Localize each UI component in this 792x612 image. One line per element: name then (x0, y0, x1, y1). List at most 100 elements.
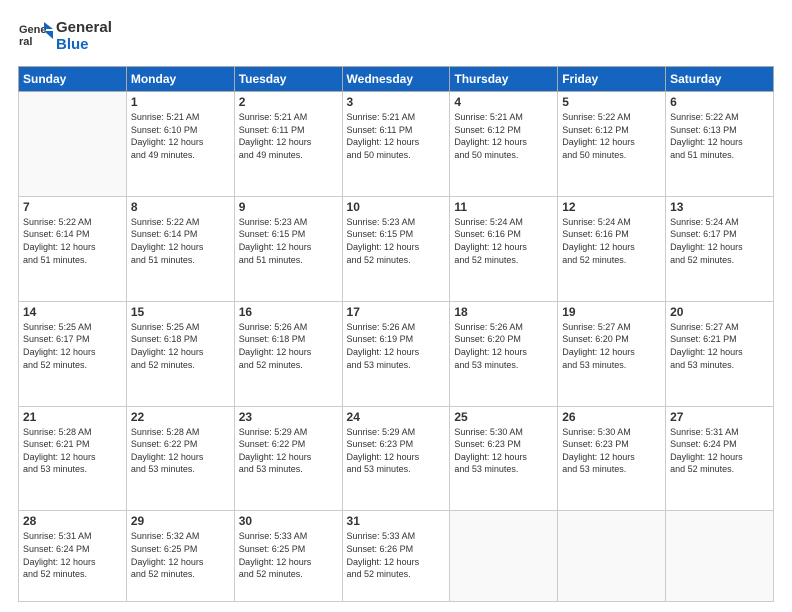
calendar-cell: 3 Sunrise: 5:21 AM Sunset: 6:11 PM Daylig… (342, 92, 450, 197)
day-number: 22 (131, 410, 230, 424)
calendar-week-4: 21 Sunrise: 5:28 AM Sunset: 6:21 PM Dayli… (19, 406, 774, 511)
day-number: 26 (562, 410, 661, 424)
day-info: Sunrise: 5:22 AM Sunset: 6:14 PM Dayligh… (131, 216, 230, 266)
day-info: Sunrise: 5:30 AM Sunset: 6:23 PM Dayligh… (454, 426, 553, 476)
weekday-header-saturday: Saturday (666, 67, 774, 92)
day-info: Sunrise: 5:33 AM Sunset: 6:25 PM Dayligh… (239, 530, 338, 580)
day-number: 25 (454, 410, 553, 424)
day-info: Sunrise: 5:24 AM Sunset: 6:16 PM Dayligh… (562, 216, 661, 266)
calendar-cell: 31 Sunrise: 5:33 AM Sunset: 6:26 PM Dayli… (342, 511, 450, 602)
calendar-cell: 10Sunrise: 5:23 AM Sunset: 6:15 PM Dayli… (342, 196, 450, 301)
day-number: 24 (347, 410, 446, 424)
calendar-cell: 25 Sunrise: 5:30 AM Sunset: 6:23 PM Dayli… (450, 406, 558, 511)
calendar-week-3: 14Sunrise: 5:25 AM Sunset: 6:17 PM Dayli… (19, 301, 774, 406)
day-info: Sunrise: 5:21 AM Sunset: 6:11 PM Dayligh… (239, 111, 338, 161)
calendar-table: SundayMondayTuesdayWednesdayThursdayFrid… (18, 66, 774, 602)
weekday-header-monday: Monday (126, 67, 234, 92)
calendar-cell: 15 Sunrise: 5:25 AM Sunset: 6:18 PM Dayli… (126, 301, 234, 406)
calendar-cell: 2 Sunrise: 5:21 AM Sunset: 6:11 PM Daylig… (234, 92, 342, 197)
day-info: Sunrise: 5:23 AM Sunset: 6:15 PM Dayligh… (239, 216, 338, 266)
weekday-header-row: SundayMondayTuesdayWednesdayThursdayFrid… (19, 67, 774, 92)
logo-blue: Blue (56, 36, 112, 53)
page: Gene ral General Blue SundayMondayTuesda… (0, 0, 792, 612)
day-number: 21 (23, 410, 122, 424)
day-number: 1 (131, 95, 230, 109)
calendar-cell: 1 Sunrise: 5:21 AM Sunset: 6:10 PM Daylig… (126, 92, 234, 197)
day-info: Sunrise: 5:27 AM Sunset: 6:20 PM Dayligh… (562, 321, 661, 371)
day-number: 15 (131, 305, 230, 319)
calendar-cell: 8Sunrise: 5:22 AM Sunset: 6:14 PM Daylig… (126, 196, 234, 301)
day-number: 19 (562, 305, 661, 319)
calendar-cell: 20 Sunrise: 5:27 AM Sunset: 6:21 PM Dayli… (666, 301, 774, 406)
day-info: Sunrise: 5:31 AM Sunset: 6:24 PM Dayligh… (670, 426, 769, 476)
logo: Gene ral General Blue (18, 18, 112, 54)
day-info: Sunrise: 5:25 AM Sunset: 6:18 PM Dayligh… (131, 321, 230, 371)
calendar-cell: 27 Sunrise: 5:31 AM Sunset: 6:24 PM Dayli… (666, 406, 774, 511)
day-info: Sunrise: 5:23 AM Sunset: 6:15 PM Dayligh… (347, 216, 446, 266)
calendar-week-1: 1 Sunrise: 5:21 AM Sunset: 6:10 PM Daylig… (19, 92, 774, 197)
day-info: Sunrise: 5:24 AM Sunset: 6:17 PM Dayligh… (670, 216, 769, 266)
day-number: 4 (454, 95, 553, 109)
day-info: Sunrise: 5:26 AM Sunset: 6:18 PM Dayligh… (239, 321, 338, 371)
logo-svg: Gene ral (18, 18, 54, 54)
day-number: 2 (239, 95, 338, 109)
calendar-cell: 18Sunrise: 5:26 AM Sunset: 6:20 PM Dayli… (450, 301, 558, 406)
day-info: Sunrise: 5:24 AM Sunset: 6:16 PM Dayligh… (454, 216, 553, 266)
day-info: Sunrise: 5:26 AM Sunset: 6:19 PM Dayligh… (347, 321, 446, 371)
calendar-cell: 12 Sunrise: 5:24 AM Sunset: 6:16 PM Dayli… (558, 196, 666, 301)
calendar-cell: 29 Sunrise: 5:32 AM Sunset: 6:25 PM Dayli… (126, 511, 234, 602)
svg-text:Gene: Gene (19, 24, 47, 36)
day-number: 30 (239, 514, 338, 528)
day-number: 20 (670, 305, 769, 319)
day-info: Sunrise: 5:33 AM Sunset: 6:26 PM Dayligh… (347, 530, 446, 580)
weekday-header-thursday: Thursday (450, 67, 558, 92)
svg-text:ral: ral (19, 36, 32, 48)
day-info: Sunrise: 5:32 AM Sunset: 6:25 PM Dayligh… (131, 530, 230, 580)
day-info: Sunrise: 5:21 AM Sunset: 6:10 PM Dayligh… (131, 111, 230, 161)
calendar-cell: 28Sunrise: 5:31 AM Sunset: 6:24 PM Dayli… (19, 511, 127, 602)
calendar-cell (19, 92, 127, 197)
day-number: 9 (239, 200, 338, 214)
day-number: 12 (562, 200, 661, 214)
day-number: 13 (670, 200, 769, 214)
day-number: 6 (670, 95, 769, 109)
calendar-cell (666, 511, 774, 602)
calendar-cell: 24 Sunrise: 5:29 AM Sunset: 6:23 PM Dayli… (342, 406, 450, 511)
day-number: 27 (670, 410, 769, 424)
calendar-cell: 14Sunrise: 5:25 AM Sunset: 6:17 PM Dayli… (19, 301, 127, 406)
calendar-cell: 22 Sunrise: 5:28 AM Sunset: 6:22 PM Dayli… (126, 406, 234, 511)
day-number: 29 (131, 514, 230, 528)
day-number: 23 (239, 410, 338, 424)
day-info: Sunrise: 5:27 AM Sunset: 6:21 PM Dayligh… (670, 321, 769, 371)
calendar-week-5: 28Sunrise: 5:31 AM Sunset: 6:24 PM Dayli… (19, 511, 774, 602)
weekday-header-friday: Friday (558, 67, 666, 92)
day-info: Sunrise: 5:28 AM Sunset: 6:21 PM Dayligh… (23, 426, 122, 476)
calendar-cell: 16 Sunrise: 5:26 AM Sunset: 6:18 PM Dayli… (234, 301, 342, 406)
day-info: Sunrise: 5:31 AM Sunset: 6:24 PM Dayligh… (23, 530, 122, 580)
day-number: 7 (23, 200, 122, 214)
day-number: 3 (347, 95, 446, 109)
calendar-cell: 6 Sunrise: 5:22 AM Sunset: 6:13 PM Daylig… (666, 92, 774, 197)
weekday-header-tuesday: Tuesday (234, 67, 342, 92)
day-info: Sunrise: 5:22 AM Sunset: 6:14 PM Dayligh… (23, 216, 122, 266)
day-number: 16 (239, 305, 338, 319)
day-number: 31 (347, 514, 446, 528)
calendar-cell (450, 511, 558, 602)
day-info: Sunrise: 5:22 AM Sunset: 6:12 PM Dayligh… (562, 111, 661, 161)
day-info: Sunrise: 5:21 AM Sunset: 6:11 PM Dayligh… (347, 111, 446, 161)
calendar-cell: 26 Sunrise: 5:30 AM Sunset: 6:23 PM Dayli… (558, 406, 666, 511)
calendar-cell: 11 Sunrise: 5:24 AM Sunset: 6:16 PM Dayli… (450, 196, 558, 301)
day-info: Sunrise: 5:30 AM Sunset: 6:23 PM Dayligh… (562, 426, 661, 476)
day-info: Sunrise: 5:29 AM Sunset: 6:23 PM Dayligh… (347, 426, 446, 476)
day-number: 11 (454, 200, 553, 214)
calendar-cell: 17Sunrise: 5:26 AM Sunset: 6:19 PM Dayli… (342, 301, 450, 406)
calendar-cell (558, 511, 666, 602)
day-info: Sunrise: 5:28 AM Sunset: 6:22 PM Dayligh… (131, 426, 230, 476)
calendar-cell: 13 Sunrise: 5:24 AM Sunset: 6:17 PM Dayli… (666, 196, 774, 301)
day-info: Sunrise: 5:22 AM Sunset: 6:13 PM Dayligh… (670, 111, 769, 161)
day-number: 14 (23, 305, 122, 319)
calendar-cell: 21 Sunrise: 5:28 AM Sunset: 6:21 PM Dayli… (19, 406, 127, 511)
weekday-header-wednesday: Wednesday (342, 67, 450, 92)
day-info: Sunrise: 5:26 AM Sunset: 6:20 PM Dayligh… (454, 321, 553, 371)
calendar-week-2: 7 Sunrise: 5:22 AM Sunset: 6:14 PM Daylig… (19, 196, 774, 301)
